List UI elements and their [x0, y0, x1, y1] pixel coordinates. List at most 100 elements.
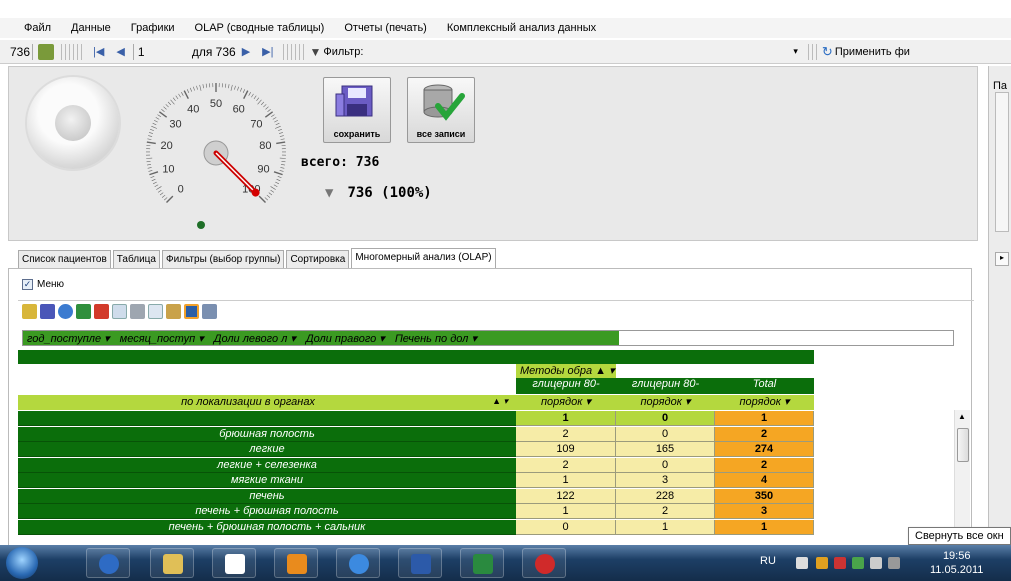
current-record-input[interactable]: 1 [136, 40, 186, 64]
cell-total[interactable]: 2 [715, 458, 814, 473]
start-button[interactable] [6, 547, 38, 579]
scroll-up-icon[interactable]: ▲ [958, 412, 966, 421]
filter-input[interactable] [363, 40, 793, 64]
field-month[interactable]: месяц_поступ ▾ [116, 332, 204, 345]
knob-dial[interactable] [27, 77, 119, 169]
cell-value[interactable]: 228 [616, 489, 715, 504]
subheader[interactable]: порядок ▾ [616, 395, 715, 410]
cell-value[interactable]: 1 [616, 520, 715, 535]
menu-olap[interactable]: OLAP (сводные таблицы) [195, 22, 325, 34]
tray-volume-icon[interactable] [888, 557, 900, 569]
cell-total[interactable]: 2 [715, 427, 814, 442]
cell-value[interactable]: 2 [516, 427, 616, 442]
apply-filter-button[interactable]: Применить фи [835, 40, 910, 64]
row-label[interactable]: печень + брюшная полость + сальник [18, 520, 516, 535]
table-view-icon[interactable] [202, 304, 217, 319]
cell-value[interactable]: 109 [516, 442, 616, 457]
menu-toggle[interactable]: ✓ Меню [22, 279, 64, 290]
column-header-total[interactable]: Total [715, 378, 814, 394]
taskbar-app-icon[interactable] [212, 548, 256, 578]
tab-olap[interactable]: Многомерный анализ (OLAP) [351, 248, 496, 268]
export-excel-icon[interactable] [76, 304, 91, 319]
export-html-icon[interactable] [58, 304, 73, 319]
cell-total[interactable]: 3 [715, 504, 814, 519]
cell-value[interactable]: 1 [516, 473, 616, 488]
taskbar-stats-app-icon[interactable] [522, 548, 566, 578]
cell-value[interactable]: 3 [616, 473, 715, 488]
first-record-icon[interactable]: |◀ [93, 45, 104, 58]
tab-filters[interactable]: Фильтры (выбор группы) [161, 250, 285, 268]
tray-flag-icon[interactable] [834, 557, 846, 569]
all-records-button[interactable]: все записи [407, 77, 475, 143]
column-header[interactable]: глицерин 80- [516, 378, 616, 394]
cell-value[interactable]: 2 [516, 458, 616, 473]
cell-total[interactable]: 274 [715, 442, 814, 457]
subheader[interactable]: порядок ▾ [715, 395, 814, 410]
save-button[interactable]: сохранить [323, 77, 391, 143]
row-label[interactable]: легкие [18, 442, 516, 457]
field-year[interactable]: год_поступле ▾ [23, 332, 110, 345]
cell-total[interactable]: 1 [715, 520, 814, 535]
row-header[interactable]: по локализации в органах ▲ ▾ [18, 395, 516, 410]
open-folder-icon[interactable] [22, 304, 37, 319]
menu-complex-analysis[interactable]: Комплексный анализ данных [447, 22, 596, 34]
field-liver-lobes[interactable]: Печень по дол ▾ [391, 332, 477, 345]
cell-value[interactable]: 0 [516, 520, 616, 535]
save-icon[interactable] [40, 304, 55, 319]
scrollbar-thumb[interactable] [957, 428, 969, 462]
cell-value[interactable]: 1 [516, 411, 616, 426]
next-record-icon[interactable]: ▶ [242, 45, 250, 58]
row-label[interactable]: брюшная полость [18, 427, 516, 442]
row-label[interactable]: легкие + селезенка [18, 458, 516, 473]
tray-device-icon[interactable] [870, 557, 882, 569]
row-label[interactable]: мягкие ткани [18, 473, 516, 488]
pivot-scrollbar[interactable]: ▲ [954, 410, 970, 538]
field-right-lobes[interactable]: Доли правого ▾ [302, 332, 385, 345]
language-indicator[interactable]: RU [760, 555, 776, 567]
taskbar-word-icon[interactable] [398, 548, 442, 578]
cell-value[interactable]: 165 [616, 442, 715, 457]
column-header[interactable]: глицерин 80- [616, 378, 715, 394]
taskbar-ie-icon[interactable] [336, 548, 380, 578]
apply-filter-icon[interactable]: ↻ [822, 44, 833, 60]
cell-value[interactable]: 2 [616, 504, 715, 519]
cell-total[interactable]: 350 [715, 489, 814, 504]
taskbar-hp-icon[interactable] [86, 548, 130, 578]
sort-dropdown-icon[interactable]: ▲ ▾ [492, 396, 508, 407]
menu-charts[interactable]: Графики [131, 22, 175, 34]
cell-value[interactable]: 0 [616, 458, 715, 473]
tab-patient-list[interactable]: Список пациентов [18, 250, 111, 268]
checkbox-checked-icon[interactable]: ✓ [22, 279, 33, 290]
cell-total[interactable]: 1 [715, 411, 814, 426]
tray-network-icon[interactable] [852, 557, 864, 569]
tray-arrow-icon[interactable] [796, 557, 808, 569]
cell-value[interactable]: 122 [516, 489, 616, 504]
export-pdf-icon[interactable] [94, 304, 109, 319]
menu-reports[interactable]: Отчеты (печать) [344, 22, 427, 34]
menu-file[interactable]: Файл [24, 22, 51, 34]
tab-table[interactable]: Таблица [112, 250, 160, 268]
print-icon[interactable] [130, 304, 145, 319]
prev-record-icon[interactable]: ◀ [116, 45, 124, 58]
measure-header[interactable]: Методы обра ▲ ▾ [516, 364, 616, 378]
tools-icon[interactable] [166, 304, 181, 319]
taskbar-media-icon[interactable] [274, 548, 318, 578]
row-label[interactable] [18, 411, 516, 426]
right-panel-scrollbar[interactable] [995, 92, 1009, 232]
preview-icon[interactable] [112, 304, 127, 319]
menu-data[interactable]: Данные [71, 22, 111, 34]
tab-sorting[interactable]: Сортировка [286, 250, 350, 268]
row-label[interactable]: печень + брюшная полость [18, 504, 516, 519]
cell-value[interactable]: 1 [516, 504, 616, 519]
tray-app-icon[interactable] [816, 557, 828, 569]
filter-dropdown-icon[interactable]: ▾ [793, 46, 798, 57]
taskbar-excel-icon[interactable] [460, 548, 504, 578]
right-panel-expand-icon[interactable]: ▸ [995, 252, 1009, 266]
field-left-lobes[interactable]: Доли левого л ▾ [210, 332, 296, 345]
refresh-icon[interactable] [38, 43, 55, 60]
grid-view-icon[interactable] [184, 304, 199, 319]
cell-value[interactable]: 0 [616, 427, 715, 442]
cell-value[interactable]: 0 [616, 411, 715, 426]
row-label[interactable]: печень [18, 489, 516, 504]
page-setup-icon[interactable] [148, 304, 163, 319]
